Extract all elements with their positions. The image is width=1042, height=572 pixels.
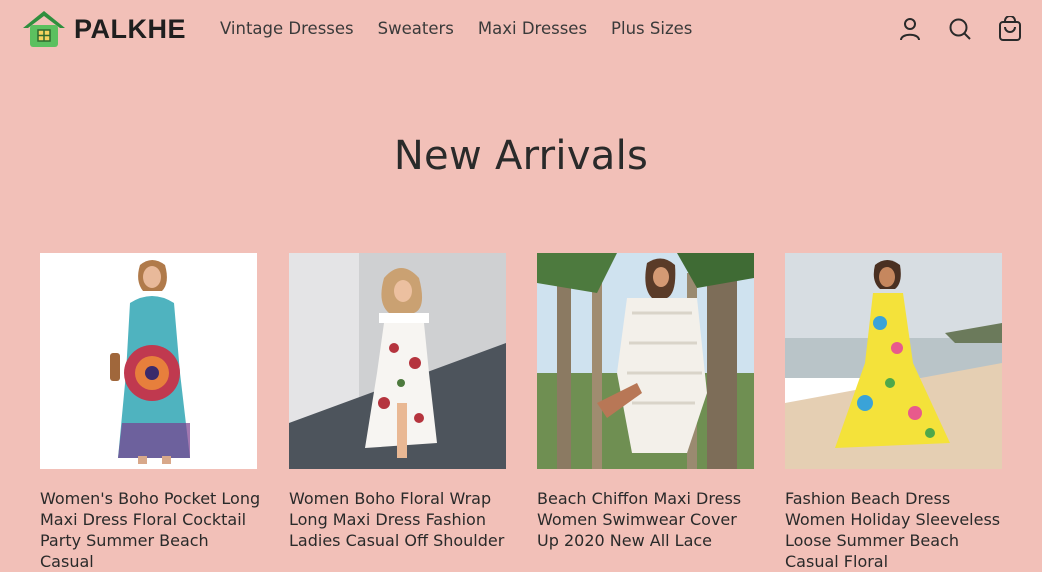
product-title[interactable]: Fashion Beach Dress Women Holiday Sleeve… (785, 488, 1007, 572)
product-image[interactable] (289, 253, 506, 469)
header-actions (898, 15, 1022, 42)
section-title: New Arrivals (393, 133, 649, 179)
product-image[interactable] (785, 253, 1002, 469)
cart-icon[interactable] (998, 15, 1022, 42)
product-card[interactable]: Women Boho Floral Wrap Long Maxi Dress F… (289, 253, 506, 551)
nav-link-plus-sizes[interactable]: Plus Sizes (611, 19, 692, 38)
nav-link-vintage-dresses[interactable]: Vintage Dresses (220, 19, 354, 38)
product-card[interactable]: Women's Boho Pocket Long Maxi Dress Flor… (40, 253, 260, 572)
nav-link-sweaters[interactable]: Sweaters (378, 19, 454, 38)
brand-name: PALKHE (74, 13, 187, 44)
nav-link-maxi-dresses[interactable]: Maxi Dresses (478, 19, 587, 38)
main-nav: Vintage Dresses Sweaters Maxi Dresses Pl… (220, 19, 716, 38)
brand-logo[interactable]: PALKHE (21, 10, 186, 48)
product-title[interactable]: Women Boho Floral Wrap Long Maxi Dress F… (289, 488, 511, 551)
product-image[interactable] (537, 253, 754, 469)
site-header: PALKHE Vintage Dresses Sweaters Maxi Dre… (0, 0, 1042, 62)
product-card[interactable]: Beach Chiffon Maxi Dress Women Swimwear … (537, 253, 754, 551)
search-icon[interactable] (948, 16, 972, 42)
product-card[interactable]: Fashion Beach Dress Women Holiday Sleeve… (785, 253, 1002, 572)
product-title[interactable]: Women's Boho Pocket Long Maxi Dress Flor… (40, 488, 262, 572)
product-title[interactable]: Beach Chiffon Maxi Dress Women Swimwear … (537, 488, 759, 551)
house-logo-icon (23, 11, 65, 47)
account-icon[interactable] (898, 16, 922, 42)
product-image[interactable] (40, 253, 257, 469)
